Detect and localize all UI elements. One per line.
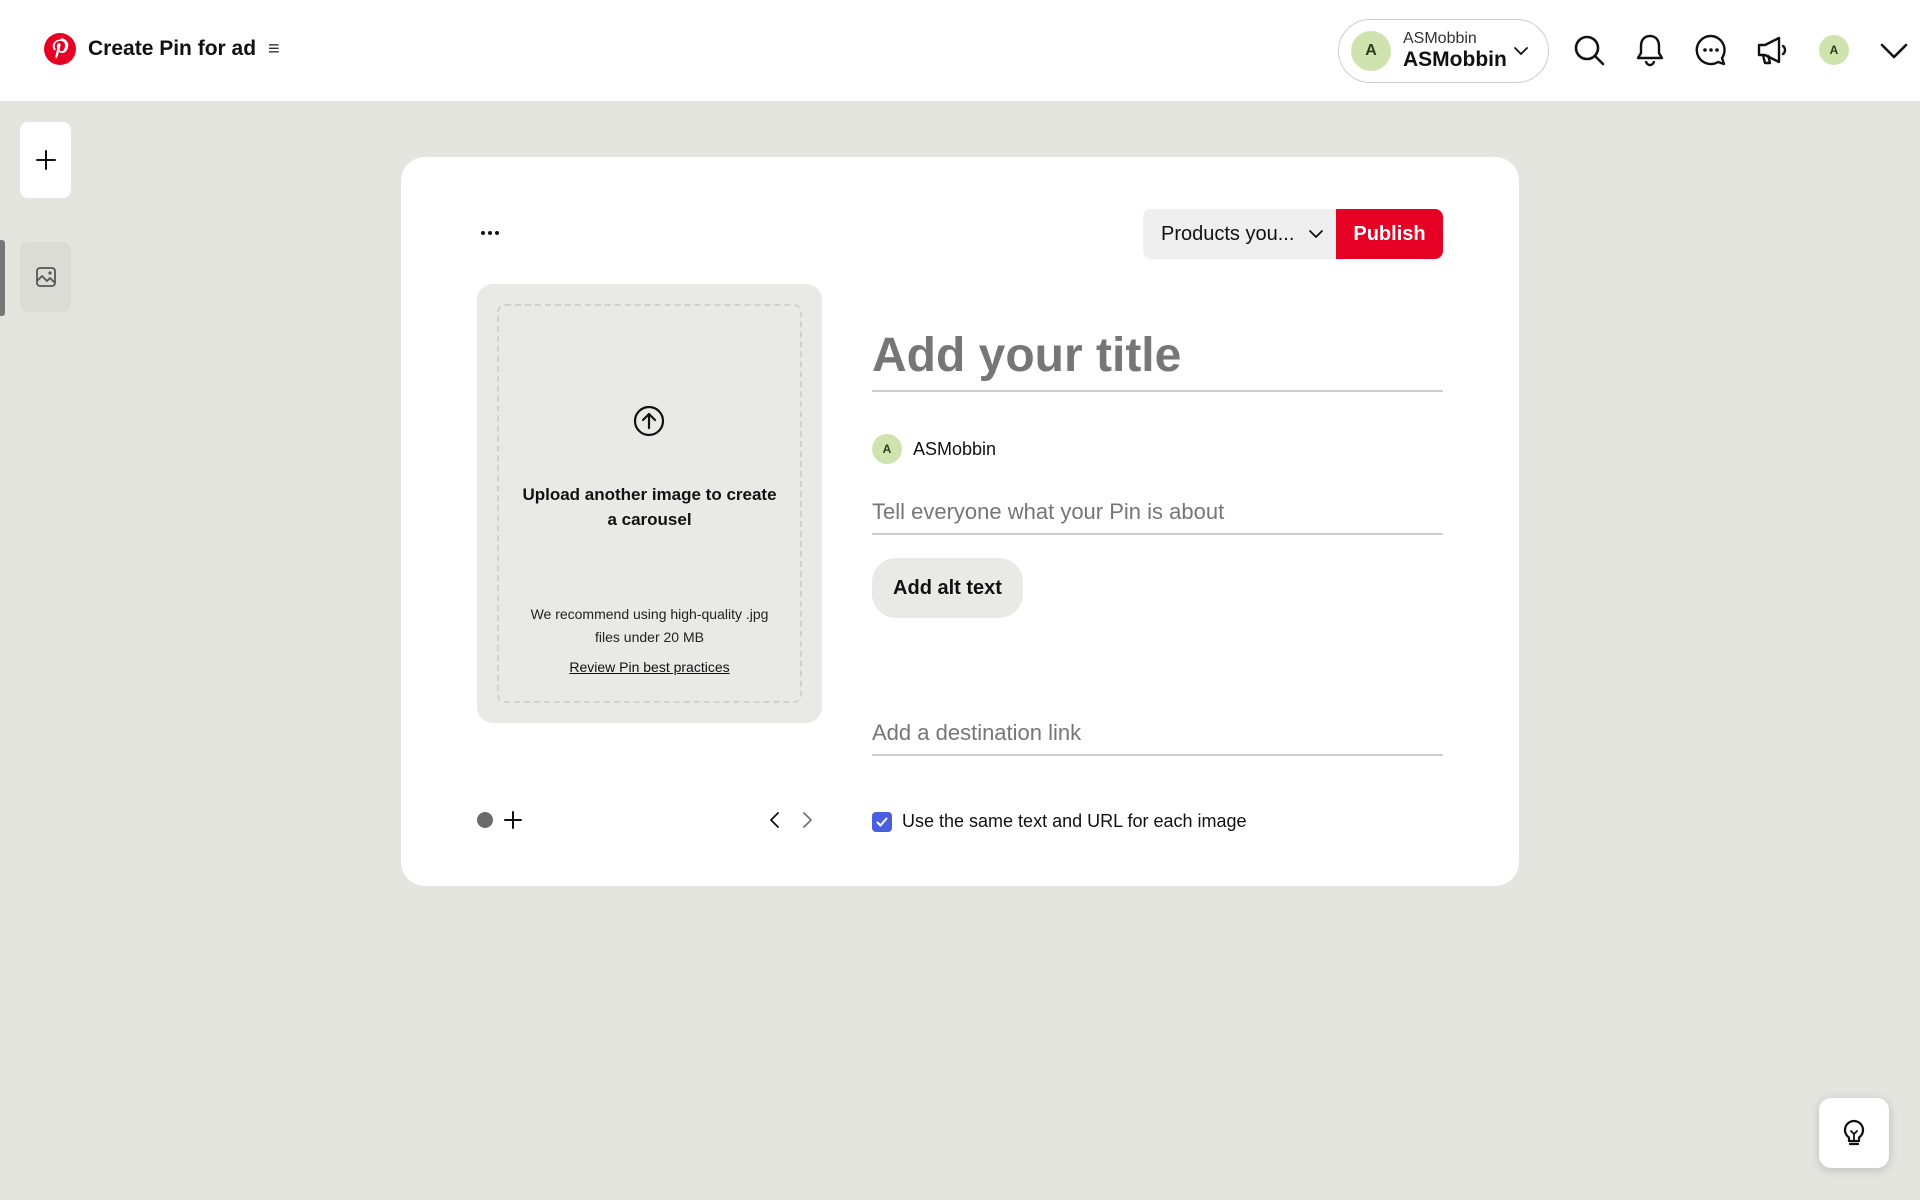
lightbulb-icon [1843, 1119, 1865, 1146]
profile-avatar[interactable]: A [1819, 35, 1849, 65]
chevron-down-icon [1309, 230, 1323, 238]
same-text-option: Use the same text and URL for each image [872, 811, 1247, 832]
upload-prompt: Upload another image to create a carouse… [522, 485, 777, 529]
image-upload-area: Upload another image to create a carouse… [477, 284, 822, 723]
add-carousel-image-icon[interactable] [503, 809, 523, 831]
account-switcher[interactable]: A ASMobbin ASMobbin [1338, 19, 1549, 83]
search-icon[interactable] [1570, 31, 1608, 69]
more-options-icon[interactable] [478, 220, 502, 246]
pin-description-input[interactable] [872, 490, 1443, 535]
plus-icon [35, 150, 56, 170]
same-text-checkbox[interactable] [872, 811, 892, 832]
help-lightbulb-button[interactable] [1819, 1098, 1889, 1168]
author-avatar: A [872, 434, 902, 464]
create-new-pin-button[interactable] [20, 122, 71, 198]
pinterest-logo-icon[interactable] [44, 33, 76, 65]
chevron-down-icon [1514, 47, 1528, 55]
carousel-dot-active[interactable] [477, 812, 493, 828]
upload-arrow-icon [633, 405, 665, 437]
page-title: Create Pin for ad [88, 37, 257, 60]
upload-recommendation: We recommend using high-quality .jpg fil… [530, 606, 769, 645]
draft-thumbnail[interactable] [20, 242, 71, 312]
board-select-dropdown[interactable]: Products you... [1143, 209, 1337, 259]
hamburger-menu-icon[interactable]: ≡ [268, 38, 280, 61]
destination-link-input[interactable] [872, 711, 1443, 756]
review-best-practices-link[interactable]: Review Pin best practices [517, 659, 782, 675]
checkmark-icon [876, 817, 888, 826]
top-header: Create Pin for ad ≡ A ASMobbin ASMobbin … [0, 0, 1920, 101]
publish-button[interactable]: Publish [1336, 209, 1443, 259]
pin-author: A ASMobbin [872, 434, 996, 464]
chevron-right-icon[interactable] [797, 809, 817, 831]
brand: Create Pin for ad ≡ [44, 33, 280, 65]
image-placeholder-icon [35, 267, 56, 287]
messages-icon[interactable] [1692, 31, 1730, 69]
board-select-value: Products you... [1161, 222, 1295, 245]
author-name: ASMobbin [913, 438, 997, 459]
account-handle-small: ASMobbin [1403, 29, 1477, 47]
selected-draft-indicator [0, 240, 5, 316]
megaphone-icon[interactable] [1753, 31, 1791, 69]
account-avatar: A [1351, 31, 1391, 71]
bell-icon[interactable] [1631, 31, 1669, 69]
chevron-left-icon[interactable] [765, 809, 785, 831]
same-text-label: Use the same text and URL for each image [902, 811, 1247, 831]
add-alt-text-button[interactable]: Add alt text [872, 558, 1023, 618]
account-names: ASMobbin ASMobbin [1403, 30, 1507, 73]
account-handle-big: ASMobbin [1403, 48, 1507, 72]
pin-title-input[interactable] [872, 320, 1443, 392]
accounts-menu-chevron-icon[interactable] [1878, 36, 1910, 66]
